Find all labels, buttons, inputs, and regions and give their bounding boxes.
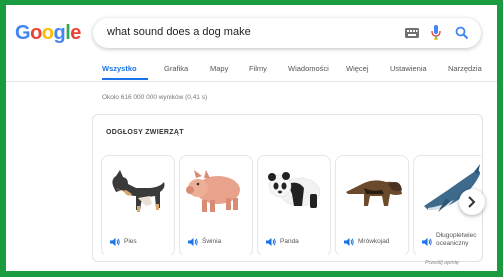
logo-letter: o	[30, 22, 42, 44]
dog-icon	[112, 170, 165, 212]
panda-icon	[268, 172, 321, 208]
logo-letter: o	[41, 22, 54, 44]
speaker-icon[interactable]	[110, 237, 120, 247]
animal-tile-swinia[interactable]: Świnia	[179, 155, 253, 255]
feedback-link[interactable]: Prześlij opinię	[425, 260, 459, 266]
speaker-icon[interactable]	[266, 237, 276, 247]
speaker-icon[interactable]	[188, 237, 198, 247]
tab-narzedzia[interactable]: Narzędzia	[448, 63, 482, 81]
search-input[interactable]	[107, 26, 387, 38]
chevron-right-icon	[468, 196, 476, 208]
tab-wiadomosci[interactable]: Wiadomości	[288, 63, 329, 81]
animal-label: Mrówkojad	[358, 238, 390, 245]
search-results-page: Google Wszystko Grafika Mapy Filmy Wiado…	[6, 5, 497, 271]
animal-label: Pies	[124, 238, 137, 245]
logo-letter: g	[53, 22, 66, 44]
logo-letter: e	[70, 22, 81, 44]
keyboard-icon[interactable]	[405, 28, 419, 38]
card-title: ODGŁOSY ZWIERZĄT	[106, 129, 184, 136]
mic-icon[interactable]	[431, 25, 441, 40]
active-tab-indicator	[102, 78, 148, 80]
anteater-icon	[346, 180, 402, 206]
logo-letter: G	[15, 22, 31, 44]
results-stats: Około 616 000 000 wyników (0,41 s)	[102, 94, 208, 101]
tab-wiecej[interactable]: Więcej	[346, 63, 369, 81]
pig-icon	[186, 170, 240, 212]
animal-label: Świnia	[202, 238, 222, 245]
animal-label: Panda	[280, 238, 299, 245]
speaker-icon[interactable]	[344, 237, 354, 247]
search-icon[interactable]	[455, 26, 469, 40]
tab-filmy[interactable]: Filmy	[249, 63, 267, 81]
animal-tile-mrowkojad[interactable]: Mrówkojad	[335, 155, 409, 255]
tabs-divider	[6, 81, 497, 82]
animal-sounds-card: ODGŁOSY ZWIERZĄT Pies Świnia Panda Mrówk…	[92, 114, 483, 262]
tab-mapy[interactable]: Mapy	[210, 63, 228, 81]
search-box	[93, 18, 481, 48]
google-logo[interactable]: Google	[15, 22, 81, 45]
speaker-icon[interactable]	[422, 237, 432, 247]
animal-label: Długopletwiec oceaniczny	[436, 232, 477, 247]
tab-ustawienia[interactable]: Ustawienia	[390, 63, 427, 81]
tab-grafika[interactable]: Grafika	[164, 63, 188, 81]
animal-tile-panda[interactable]: Panda	[257, 155, 331, 255]
animal-carousel: Pies Świnia Panda Mrówkojad Długopletwie…	[101, 155, 481, 255]
carousel-next-button[interactable]	[459, 189, 485, 215]
animal-tile-pies[interactable]: Pies	[101, 155, 175, 255]
